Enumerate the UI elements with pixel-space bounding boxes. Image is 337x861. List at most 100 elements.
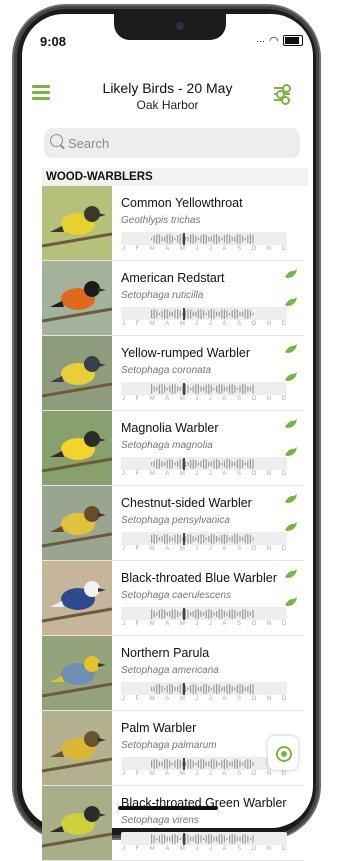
month-label: S [236,396,241,402]
month-labels: JFMAMJJASOND [122,471,286,477]
bird-name: Black-throated Blue Warbler [121,571,277,585]
month-label: D [281,396,286,402]
month-label: J [122,321,125,327]
month-label: A [222,696,227,702]
month-label: J [208,321,212,327]
month-label: N [266,471,272,477]
month-label: A [165,696,170,702]
locate-button[interactable] [268,736,298,770]
bird-name: Chestnut-sided Warbler [121,496,252,510]
section-header: WOOD-WARBLERS [42,168,308,186]
search-bar[interactable] [44,128,300,158]
bird-name: Northern Parula [121,646,210,660]
month-label: S [236,471,241,477]
home-indicator [118,806,218,810]
month-label: J [208,396,212,402]
month-label: F [135,696,140,702]
month-label: N [266,546,272,552]
bird-silhouette-icon [284,370,298,382]
seasonal-abundance-chart [121,832,287,845]
month-label: S [236,846,241,852]
month-label: J [122,696,125,702]
bird-silhouette-icon [284,520,298,532]
month-label: A [165,846,170,852]
month-label: J [195,321,199,327]
month-label: A [165,546,170,552]
month-labels: JFMAMJJASOND [122,771,286,777]
month-label: S [236,696,241,702]
month-label: M [149,696,155,702]
bird-silhouette-icon [284,342,298,354]
seasonal-abundance-chart [121,682,287,695]
bird-photo [42,486,112,560]
battery-icon [282,35,303,46]
filter-icon[interactable] [272,83,292,105]
month-label: O [251,771,257,777]
month-label: D [281,321,286,327]
bird-photo [42,636,112,710]
month-label: A [222,246,227,252]
month-labels: JFMAMJJASOND [122,246,286,252]
search-input[interactable] [68,128,288,158]
bird-list[interactable]: Common Yellowthroat Geothlypis trichas J… [42,186,304,861]
month-label: S [236,321,241,327]
month-label: M [179,696,185,702]
bird-row[interactable]: Palm Warbler Setophaga palmarum J F M A M J J A… [42,711,304,786]
month-label: M [179,246,185,252]
bird-latin-name: Setophaga magnolia [121,440,213,451]
month-label: O [251,246,257,252]
month-label: M [149,321,155,327]
month-label: M [179,621,185,627]
bird-row[interactable]: Magnolia Warbler Setophaga magnolia J F M A… [42,411,304,486]
bird-row[interactable]: Chestnut-sided Warbler Setophaga pensylv… [42,486,304,561]
bird-name: American Redstart [121,271,225,285]
bird-silhouette-icon [284,595,298,607]
month-label: J [195,546,199,552]
month-label: D [281,546,286,552]
month-label: O [251,621,257,627]
month-label: A [222,396,227,402]
month-label: A [165,396,170,402]
month-label: J [195,696,199,702]
month-label: J [122,846,125,852]
month-label: O [251,321,257,327]
bird-latin-name: Setophaga americana [121,665,219,676]
bird-silhouette-icon [284,417,298,429]
month-label: A [222,546,227,552]
month-label: J [122,771,125,777]
bird-photo [42,786,112,860]
bird-row[interactable]: Black-throated Green Warbler Setophaga v… [42,786,304,861]
bird-row[interactable]: Yellow-rumped Warbler Setophaga coronata… [42,336,304,411]
bird-photo [42,711,112,785]
month-labels: JFMAMJJASOND [122,621,286,627]
month-label: M [179,396,185,402]
bird-row[interactable]: Common Yellowthroat Geothlypis trichas J… [42,186,304,261]
month-label: S [236,546,241,552]
bird-name: Palm Warbler [121,721,197,735]
bird-photo [42,261,112,335]
month-label: D [281,471,286,477]
month-label: F [135,321,140,327]
location-subtitle: Oak Harbor [136,98,199,112]
bird-row[interactable]: Black-throated Blue Warbler Setophaga ca… [42,561,304,636]
month-label: A [222,321,227,327]
seasonal-abundance-chart [121,532,287,545]
bird-name: Magnolia Warbler [121,421,219,435]
month-label: A [165,771,170,777]
month-label: J [122,546,125,552]
month-label: O [251,846,257,852]
month-label: M [149,246,155,252]
bird-silhouette-icon [284,492,298,504]
month-label: M [149,621,155,627]
bird-row[interactable]: Northern Parula Setophaga americana J F M A… [42,636,304,711]
nav-header: Likely Birds - 20 May Oak Harbor [22,70,313,126]
month-label: N [266,621,272,627]
month-label: S [236,771,241,777]
month-label: J [195,246,199,252]
search-icon [50,134,63,147]
seasonal-abundance-chart [121,607,287,620]
month-label: F [135,771,140,777]
bird-row[interactable]: American Redstart Setophaga ruticilla J F… [42,261,304,336]
month-label: S [236,621,241,627]
month-label: F [135,396,140,402]
